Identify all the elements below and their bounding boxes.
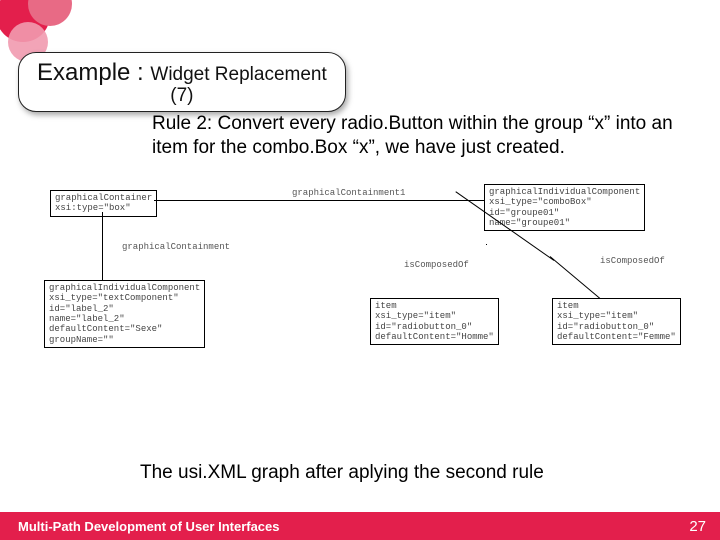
page-number: 27 bbox=[689, 518, 706, 535]
slide: Example : Widget Replacement (7) Rule 2:… bbox=[0, 0, 720, 540]
node-text-component: graphicalIndividualComponent xsi_type="t… bbox=[44, 280, 205, 348]
title-line2: (7) bbox=[37, 85, 327, 107]
rule-text: Rule 2: Convert every radio.Button withi… bbox=[152, 112, 692, 160]
edge-label: isComposedOf bbox=[404, 260, 469, 270]
edge-label: graphicalContainment1 bbox=[292, 188, 405, 198]
caption: The usi.XML graph after aplying the seco… bbox=[140, 462, 544, 484]
slide-title: Example : Widget Replacement (7) bbox=[18, 52, 346, 112]
node-graphical-container: graphicalContainer xsi:type="box" bbox=[50, 190, 157, 217]
node-item-2: item xsi_type="item" id="radiobutton_0" … bbox=[552, 298, 681, 345]
node-combo-box: graphicalIndividualComponent xsi_type="c… bbox=[484, 184, 645, 231]
title-main: Example : bbox=[37, 59, 150, 86]
diagram: graphicalContainer xsi:type="box" graphi… bbox=[14, 190, 706, 390]
edge bbox=[102, 212, 103, 280]
node-item-1: item xsi_type="item" id="radiobutton_0" … bbox=[370, 298, 499, 345]
edge-label: isComposedOf bbox=[600, 256, 665, 266]
title-sub: Widget Replacement bbox=[150, 64, 326, 85]
edge bbox=[154, 200, 484, 201]
footer-left: Multi-Path Development of User Interface… bbox=[18, 519, 280, 534]
edge-label: graphicalContainment bbox=[122, 242, 230, 252]
edge bbox=[486, 244, 487, 245]
footer: Multi-Path Development of User Interface… bbox=[0, 512, 720, 540]
